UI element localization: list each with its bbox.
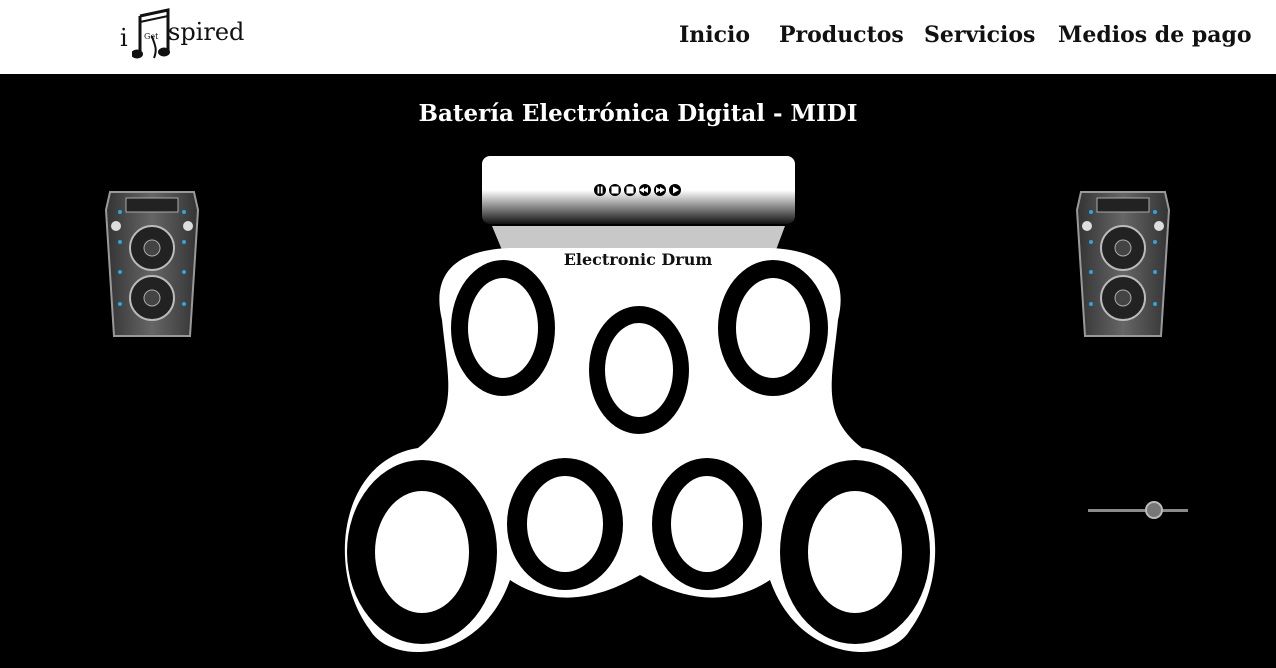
drum-pad-top-center[interactable] — [589, 306, 689, 434]
nav-inicio[interactable]: Inicio — [679, 22, 750, 48]
slider-thumb[interactable] — [1145, 501, 1163, 519]
drum-pad-bottom-right[interactable] — [652, 458, 762, 590]
page-title: Batería Electrónica Digital - MIDI — [418, 100, 858, 127]
drum-pad-bottom-far-right[interactable] — [780, 460, 930, 644]
slider-track — [1088, 509, 1188, 512]
drum-pad-top-right[interactable] — [718, 260, 828, 396]
drum-pad-bottom-left[interactable] — [507, 458, 623, 590]
nav-productos[interactable]: Productos — [779, 22, 904, 48]
nav-medios-de-pago[interactable]: Medios de pago — [1058, 22, 1252, 48]
stop-icon[interactable] — [609, 184, 621, 196]
drum-label: Electronic Drum — [563, 250, 713, 269]
drum-pad-bottom-far-left[interactable] — [347, 460, 497, 644]
record-icon[interactable] — [624, 184, 636, 196]
inspired-logo[interactable]: i Get spired — [118, 6, 248, 64]
drum-pad-top-left[interactable] — [451, 260, 555, 396]
logo-prefix: i — [120, 24, 128, 52]
logo-small-text: Get — [144, 32, 159, 41]
top-navbar: i Get spired Inicio Productos Servicios … — [0, 0, 1276, 74]
panel-stand — [492, 226, 785, 250]
volume-slider[interactable] — [1088, 500, 1188, 520]
fast-forward-icon[interactable] — [654, 184, 666, 196]
nav-servicios[interactable]: Servicios — [924, 22, 1035, 48]
control-panel — [482, 156, 795, 224]
play-icon[interactable] — [669, 184, 681, 196]
logo-suffix: spired — [168, 18, 245, 46]
electronic-drum — [344, 156, 936, 653]
rewind-icon[interactable] — [639, 184, 651, 196]
pause-icon[interactable] — [594, 184, 606, 196]
